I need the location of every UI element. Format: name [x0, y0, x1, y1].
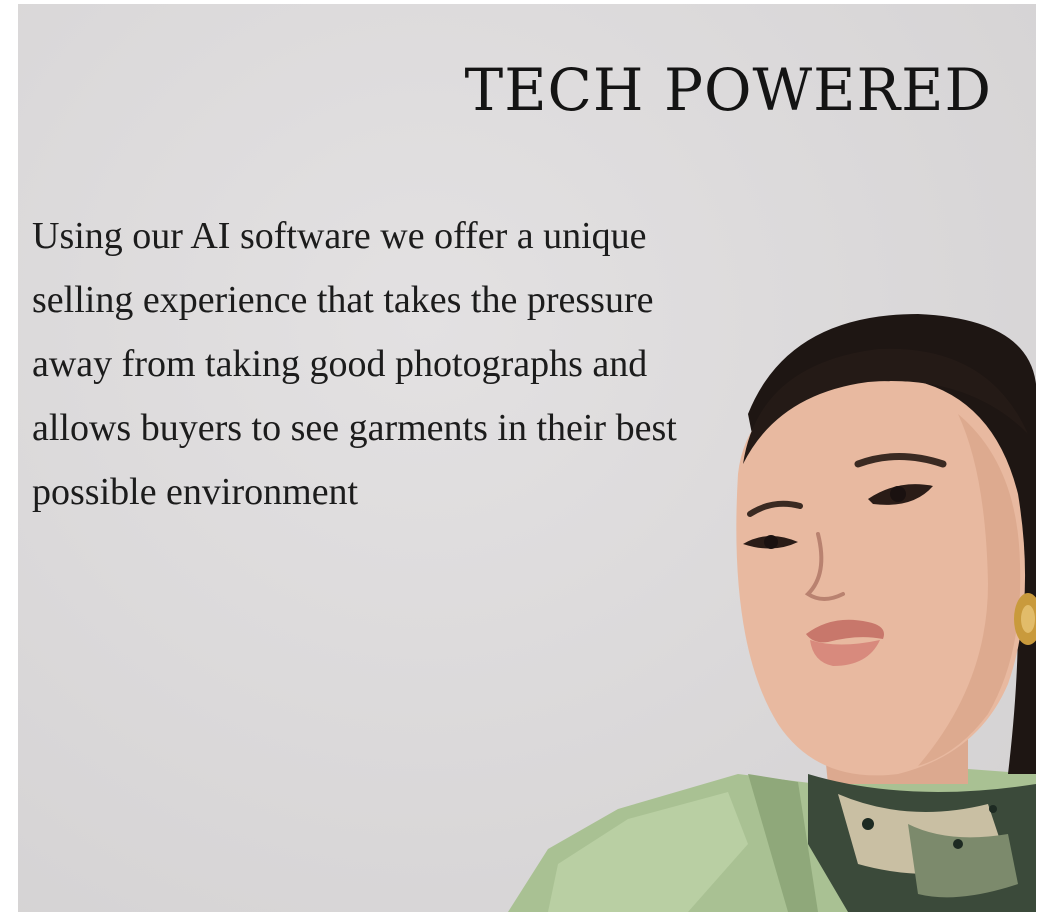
- hero-section: TECH POWERED Using our AI software we of…: [18, 4, 1036, 912]
- model-portrait-photo: [508, 314, 1036, 912]
- hero-headline: TECH POWERED: [464, 56, 992, 124]
